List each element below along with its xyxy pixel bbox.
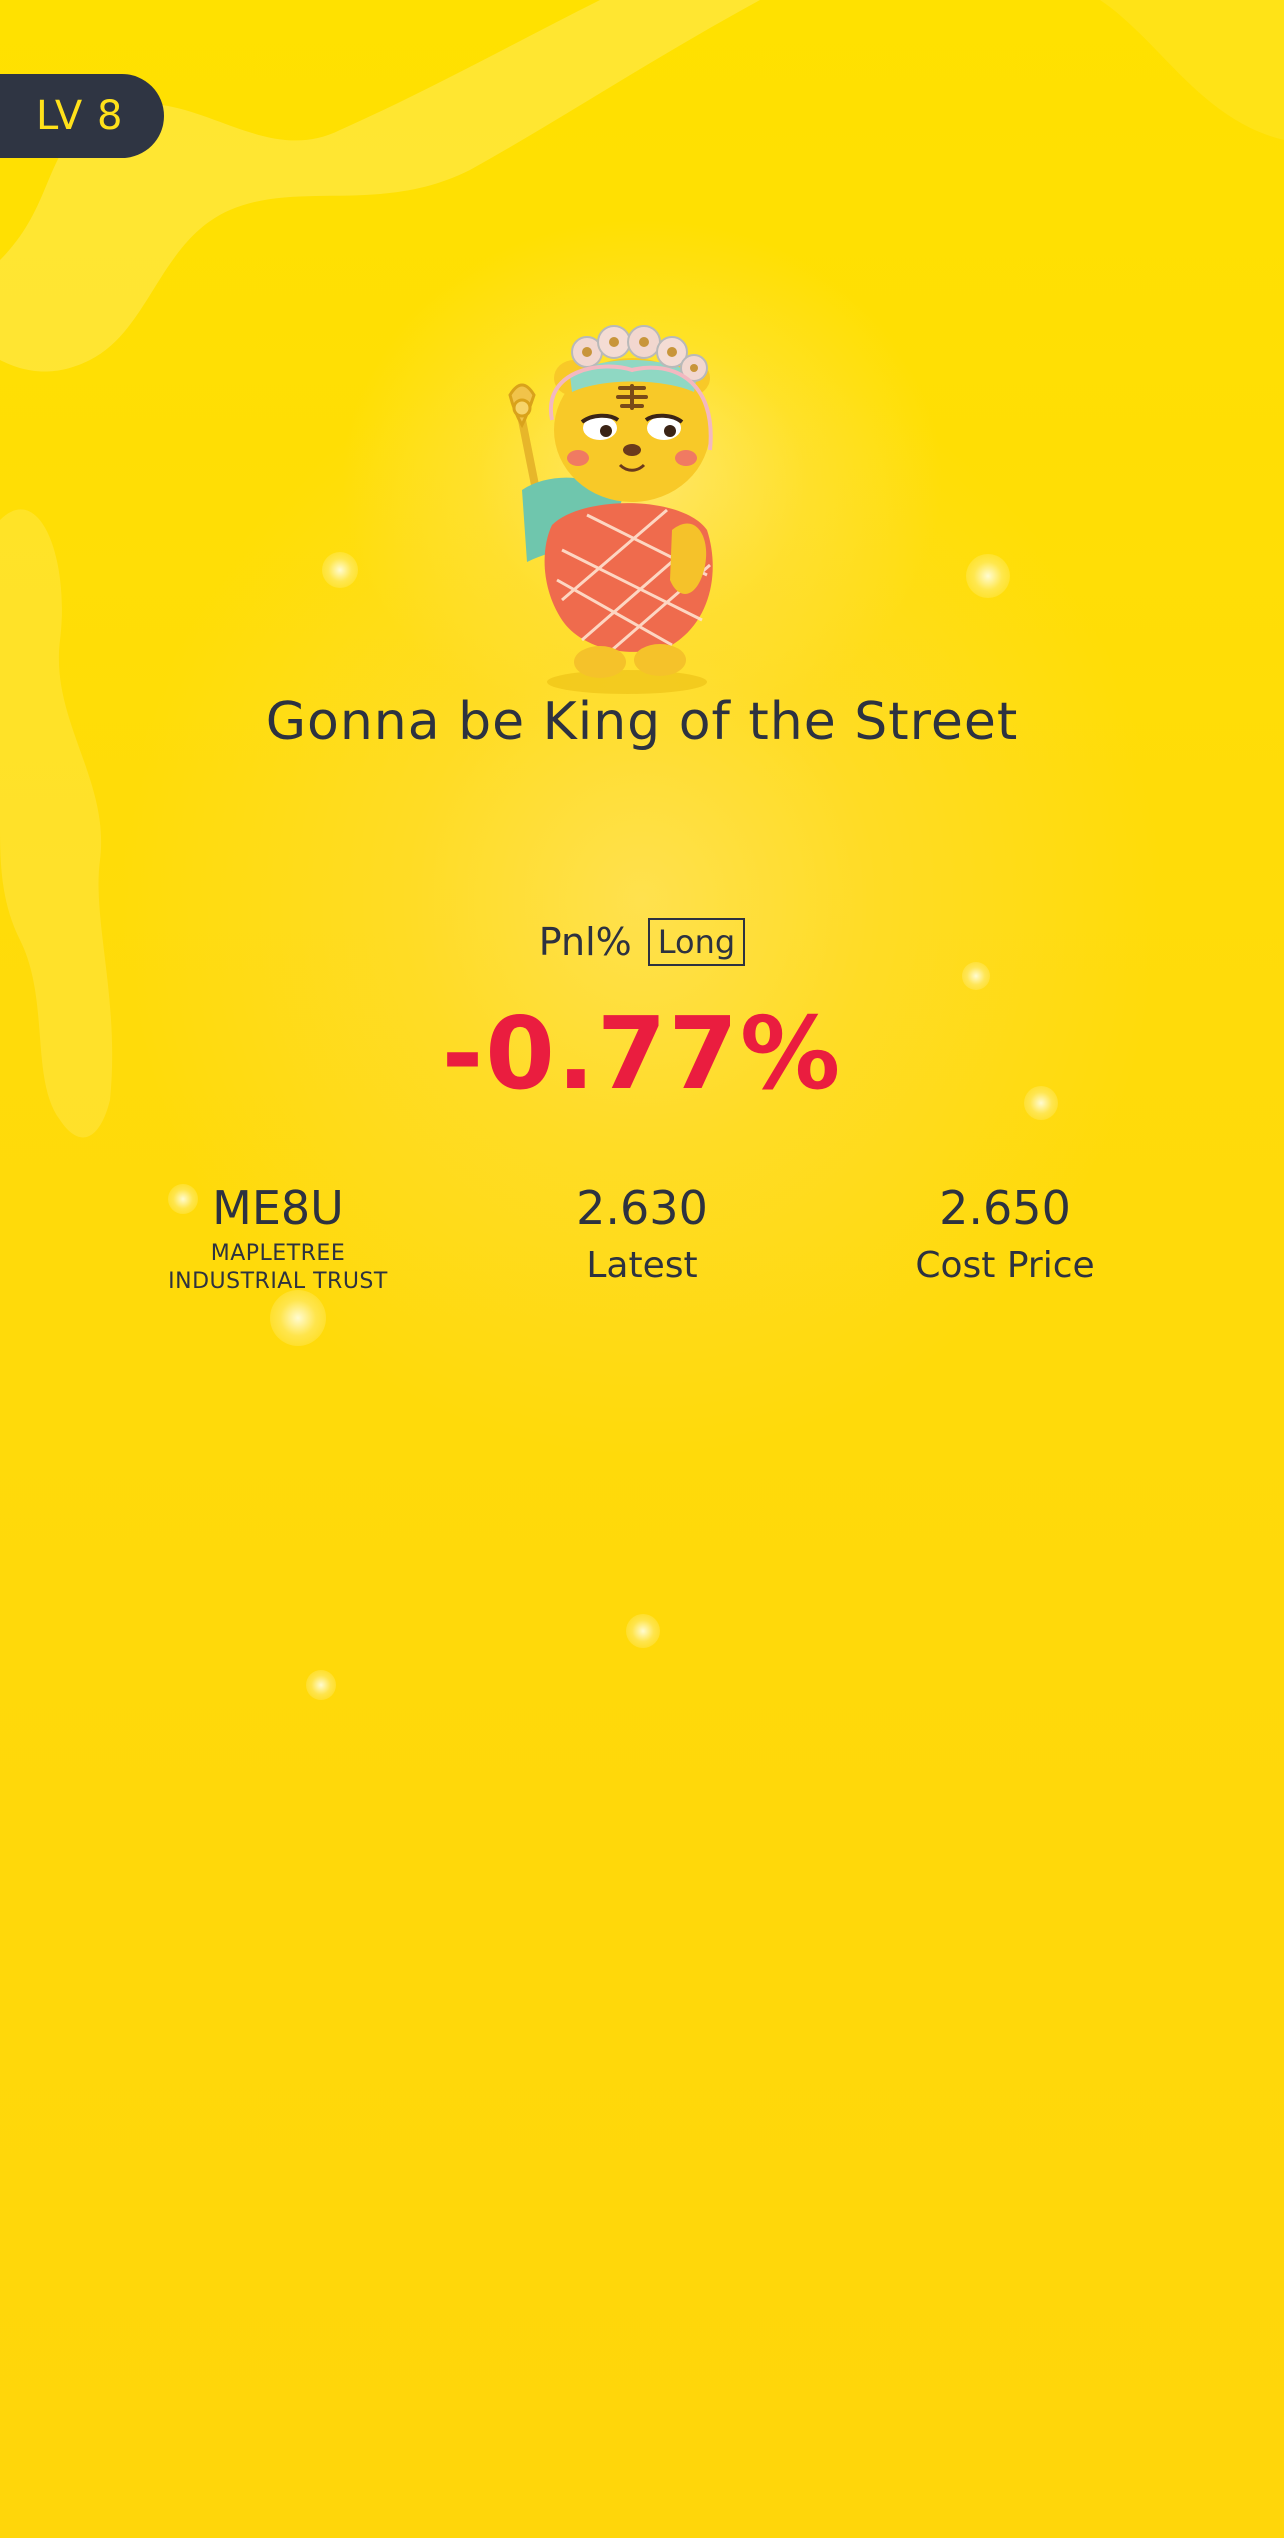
sparkle-decoration bbox=[966, 554, 1010, 598]
sparkle-decoration bbox=[626, 1614, 660, 1648]
pnl-share-card: LV 8 Gonna be King of the Street Pnl% Lo… bbox=[0, 0, 1284, 2538]
tiger-king-mascot-icon bbox=[508, 325, 713, 694]
sparkle-decoration bbox=[322, 552, 358, 588]
latest-price-value: 2.630 bbox=[576, 1181, 708, 1235]
position-direction-tag: Long bbox=[647, 918, 746, 966]
stock-name-line2: INDUSTRIAL TRUST bbox=[168, 1269, 388, 1294]
latest-price-label: Latest bbox=[586, 1245, 698, 1286]
page-title: Gonna be King of the Street bbox=[265, 692, 1019, 752]
pnl-header: Pnl% Long bbox=[0, 918, 1284, 966]
pnl-percentage-value: -0.77% bbox=[441, 995, 843, 1112]
pnl-label: Pnl% bbox=[538, 920, 632, 964]
level-text: LV 8 bbox=[36, 93, 124, 139]
stock-info: ME8U MAPLETREE INDUSTRIAL TRUST bbox=[118, 1180, 438, 1296]
stock-name: MAPLETREE INDUSTRIAL TRUST bbox=[118, 1240, 438, 1296]
latest-price: 2.630 Latest bbox=[482, 1180, 802, 1296]
stock-symbol: ME8U bbox=[212, 1181, 344, 1235]
cost-price-label: Cost Price bbox=[915, 1245, 1095, 1286]
level-badge: LV 8 bbox=[0, 74, 164, 158]
position-stats: ME8U MAPLETREE INDUSTRIAL TRUST 2.630 La… bbox=[0, 1180, 1284, 1300]
sparkle-decoration bbox=[306, 1670, 336, 1700]
sparkle-decoration bbox=[962, 962, 990, 990]
stock-name-line1: MAPLETREE bbox=[210, 1241, 346, 1266]
cost-price-value: 2.650 bbox=[939, 1181, 1071, 1235]
cost-price: 2.650 Cost Price bbox=[845, 1180, 1165, 1296]
